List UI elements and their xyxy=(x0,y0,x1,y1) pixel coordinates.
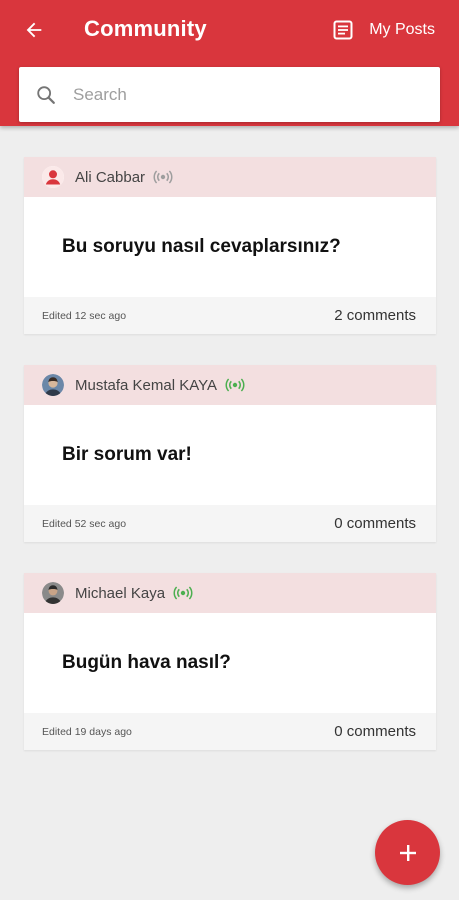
post-header: Ali Cabbar xyxy=(24,157,436,197)
post-comments-count[interactable]: 0 comments xyxy=(334,723,416,740)
search-input[interactable] xyxy=(73,84,393,105)
search-bar xyxy=(19,67,440,122)
post-footer: Edited 52 sec ago 0 comments xyxy=(24,505,436,542)
app-bar: Community My Posts xyxy=(0,0,459,126)
avatar xyxy=(42,582,64,604)
plus-icon xyxy=(399,844,416,861)
post-edited-time: Edited 52 sec ago xyxy=(42,517,127,530)
page-title: Community xyxy=(84,16,207,41)
arrow-left-icon xyxy=(26,22,42,38)
post-header: Mustafa Kemal KAYA xyxy=(24,365,436,405)
post-author: Ali Cabbar xyxy=(75,168,146,186)
broadcast-icon xyxy=(153,170,173,184)
post-comments-count[interactable]: 0 comments xyxy=(334,515,416,532)
post-question: Bir sorum var! xyxy=(62,444,192,465)
post-card[interactable]: Mustafa Kemal KAYA Bir sorum var! Edited… xyxy=(24,365,436,542)
post-edited-time: Edited 12 sec ago xyxy=(42,309,127,322)
post-author: Michael Kaya xyxy=(75,584,166,602)
back-button[interactable] xyxy=(18,14,50,46)
my-posts-button[interactable]: My Posts xyxy=(331,14,435,46)
post-card[interactable]: Ali Cabbar Bu soruyu nasıl cevaplarsınız… xyxy=(24,157,436,334)
post-author: Mustafa Kemal KAYA xyxy=(75,376,218,394)
avatar xyxy=(42,374,64,396)
broadcast-icon xyxy=(225,378,245,392)
post-header: Michael Kaya xyxy=(24,573,436,613)
post-edited-time: Edited 19 days ago xyxy=(42,725,132,738)
post-question: Bugün hava nasıl? xyxy=(62,652,231,673)
post-footer: Edited 12 sec ago 2 comments xyxy=(24,297,436,334)
post-question: Bu soruyu nasıl cevaplarsınız? xyxy=(62,236,341,257)
my-posts-label: My Posts xyxy=(369,21,435,38)
document-list-icon xyxy=(333,20,353,40)
post-footer: Edited 19 days ago 0 comments xyxy=(24,713,436,750)
post-comments-count[interactable]: 2 comments xyxy=(334,307,416,324)
broadcast-icon xyxy=(173,586,193,600)
post-card[interactable]: Michael Kaya Bugün hava nasıl? Edited 19… xyxy=(24,573,436,750)
user-icon xyxy=(42,166,64,188)
add-post-button[interactable] xyxy=(375,820,440,885)
search-icon xyxy=(35,84,57,106)
